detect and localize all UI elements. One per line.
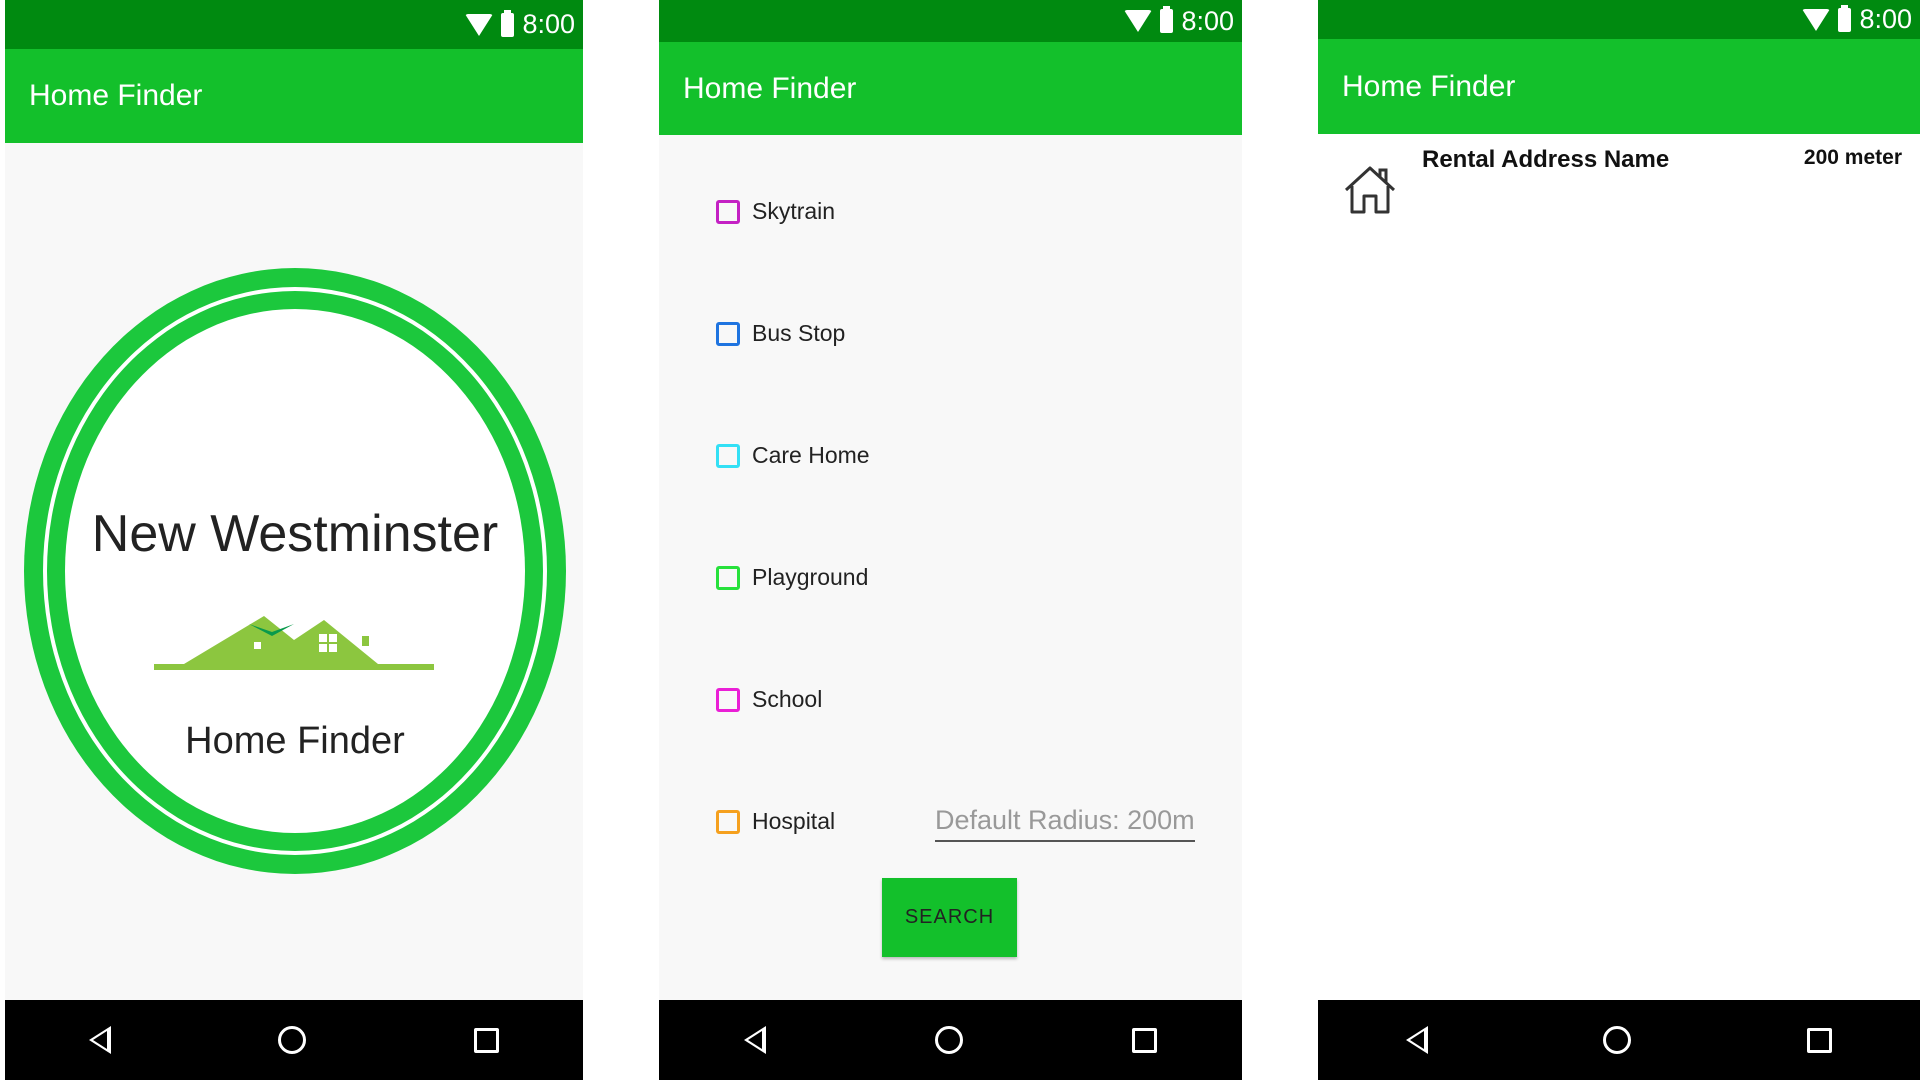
battery-icon	[1160, 6, 1174, 33]
results-screen: 8:00 Home Finder Rental Address Name 200…	[1318, 0, 1920, 1080]
checkbox-school[interactable]	[716, 687, 740, 712]
search-button[interactable]: SEARCH	[882, 878, 1017, 957]
checkbox-row-skytrain[interactable]: Skytrain	[716, 198, 835, 225]
navigation-bar	[1318, 1000, 1920, 1080]
status-time: 8:00	[1859, 4, 1912, 34]
result-distance: 200 meter	[1803, 146, 1902, 169]
house-icon	[1344, 166, 1396, 214]
checkbox-care-home[interactable]	[716, 443, 740, 468]
house-roof-icon	[154, 616, 434, 670]
checkbox-row-bus-stop[interactable]: Bus Stop	[716, 320, 845, 347]
status-bar: 8:00	[659, 0, 1242, 42]
home-icon[interactable]	[934, 1026, 963, 1054]
app-title: Home Finder	[683, 71, 857, 105]
navigation-bar	[5, 1000, 583, 1080]
logo-text-city: New Westminster	[91, 505, 499, 563]
wifi-icon	[1802, 8, 1831, 31]
checkbox-bus-stop[interactable]	[716, 321, 740, 346]
wifi-icon	[1124, 10, 1153, 32]
checkbox-hospital[interactable]	[716, 809, 740, 834]
back-icon[interactable]	[743, 1026, 766, 1054]
status-time: 8:00	[1181, 5, 1234, 36]
app-bar: Home Finder	[5, 49, 583, 143]
app-bar: Home Finder	[659, 42, 1242, 135]
status-time: 8:00	[522, 9, 575, 39]
app-title: Home Finder	[1342, 69, 1516, 103]
recent-apps-icon[interactable]	[1132, 1027, 1158, 1053]
checkbox-row-playground[interactable]: Playground	[716, 564, 868, 591]
status-bar: 8:00	[5, 0, 583, 49]
checkbox-label: Care Home	[752, 442, 870, 468]
battery-icon	[501, 9, 515, 37]
wifi-icon	[465, 13, 494, 36]
status-bar: 8:00	[1318, 0, 1920, 39]
filter-screen: 8:00 Home Finder Skytrain Bus Stop Care …	[659, 0, 1242, 1080]
checkbox-skytrain[interactable]	[716, 199, 740, 224]
home-icon[interactable]	[1603, 1026, 1632, 1054]
checkbox-label: Hospital	[752, 808, 836, 834]
checkbox-label: Playground	[752, 564, 869, 590]
back-icon[interactable]	[88, 1026, 111, 1054]
checkbox-label: Bus Stop	[752, 320, 846, 346]
app-title: Home Finder	[29, 79, 203, 112]
battery-icon	[1838, 4, 1852, 32]
splash-screen: 8:00 Home Finder New Westminster Home Fi…	[5, 0, 583, 1080]
list-item[interactable]: Rental Address Name 200 meter	[1318, 134, 1920, 224]
radius-input[interactable]	[935, 800, 1195, 842]
recent-apps-icon[interactable]	[1807, 1027, 1833, 1053]
checkbox-row-hospital[interactable]: Hospital	[716, 808, 835, 835]
checkbox-playground[interactable]	[716, 565, 740, 590]
back-icon[interactable]	[1405, 1026, 1428, 1054]
app-bar: Home Finder	[1318, 39, 1920, 134]
checkbox-label: Skytrain	[752, 198, 836, 224]
result-name: Rental Address Name	[1422, 146, 1670, 173]
checkbox-label: School	[752, 686, 823, 712]
checkbox-row-school[interactable]: School	[716, 686, 822, 713]
app-logo: New Westminster Home Finder	[24, 268, 566, 874]
recent-apps-icon[interactable]	[474, 1027, 500, 1053]
checkbox-row-care-home[interactable]: Care Home	[716, 442, 870, 469]
navigation-bar	[659, 1000, 1242, 1080]
logo-text-subtitle: Home Finder	[185, 720, 405, 762]
home-icon[interactable]	[278, 1026, 307, 1054]
